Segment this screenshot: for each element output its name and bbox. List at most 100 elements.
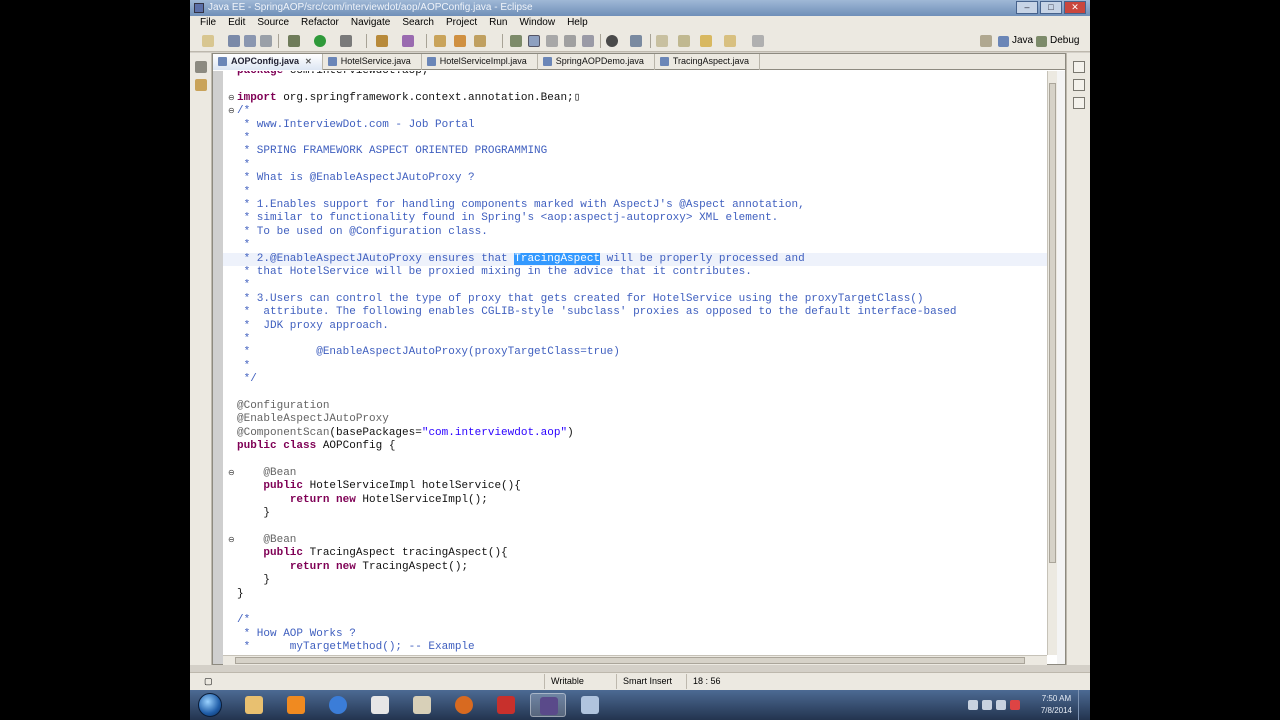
code-line[interactable]: * xyxy=(223,360,1047,373)
code-line[interactable]: * How AOP Works ? xyxy=(223,628,1047,641)
code-line[interactable] xyxy=(223,454,1047,467)
new-class-icon[interactable] xyxy=(402,35,414,47)
menu-file[interactable]: File xyxy=(194,16,222,30)
vertical-scroll-thumb[interactable] xyxy=(1049,83,1056,563)
code-line[interactable]: public class AOPConfig { xyxy=(223,440,1047,453)
show-whitespace-icon[interactable] xyxy=(564,35,576,47)
fold-toggle-icon[interactable]: ⊖ xyxy=(228,535,235,544)
menu-refactor[interactable]: Refactor xyxy=(295,16,345,30)
action-center-icon[interactable] xyxy=(996,700,1006,710)
code-line[interactable]: * xyxy=(223,132,1047,145)
start-button[interactable] xyxy=(198,693,222,717)
code-line[interactable]: * @EnableAspectJAutoProxy(proxyTargetCla… xyxy=(223,346,1047,359)
window-titlebar[interactable]: Java EE - SpringAOP/src/com/interviewdot… xyxy=(190,0,1090,16)
debug-icon[interactable] xyxy=(288,35,300,47)
taskbar-media-player[interactable] xyxy=(362,693,398,717)
close-button[interactable]: ✕ xyxy=(1064,1,1086,14)
tray-arrow-icon[interactable] xyxy=(968,700,978,710)
taskbar-browser[interactable] xyxy=(320,693,356,717)
save-icon[interactable] xyxy=(228,35,240,47)
editor-tab-2[interactable]: HotelServiceImpl.java xyxy=(422,54,538,70)
taskbar-firefox[interactable] xyxy=(446,693,482,717)
menu-help[interactable]: Help xyxy=(561,16,594,30)
menu-window[interactable]: Window xyxy=(513,16,561,30)
code-line[interactable]: @Bean xyxy=(223,467,1047,480)
volume-icon[interactable] xyxy=(1010,700,1020,710)
search-icon[interactable] xyxy=(474,35,486,47)
package-explorer-icon[interactable] xyxy=(195,79,207,91)
next-annotation-icon[interactable] xyxy=(656,35,668,47)
code-line[interactable]: * To be used on @Configuration class. xyxy=(223,226,1047,239)
horizontal-scroll-thumb[interactable] xyxy=(235,657,1025,664)
taskbar-explorer[interactable] xyxy=(236,693,272,717)
code-line[interactable]: /* xyxy=(223,105,1047,118)
code-line[interactable]: * SPRING FRAMEWORK ASPECT ORIENTED PROGR… xyxy=(223,145,1047,158)
debug-perspective-button[interactable]: Debug xyxy=(1036,33,1079,49)
pin-editor-icon[interactable] xyxy=(630,35,642,47)
new-icon[interactable] xyxy=(202,35,214,47)
code-line[interactable]: * JDK proxy approach. xyxy=(223,320,1047,333)
menu-edit[interactable]: Edit xyxy=(222,16,251,30)
code-line[interactable]: } xyxy=(223,588,1047,601)
code-line[interactable]: /* xyxy=(223,614,1047,627)
fold-toggle-icon[interactable]: ⊖ xyxy=(228,106,235,115)
menu-navigate[interactable]: Navigate xyxy=(345,16,396,30)
code-line[interactable]: * What is @EnableAspectJAutoProxy ? xyxy=(223,172,1047,185)
code-line[interactable]: return new TracingAspect(); xyxy=(223,561,1047,574)
new-java-project-icon[interactable] xyxy=(376,35,388,47)
taskbar-notes[interactable] xyxy=(572,693,608,717)
code-line[interactable]: * xyxy=(223,279,1047,292)
run-icon[interactable] xyxy=(314,35,326,47)
code-line[interactable]: @ComponentScan(basePackages="com.intervi… xyxy=(223,427,1047,440)
java-perspective-button[interactable]: Java xyxy=(998,33,1033,49)
taskbar-vlc[interactable] xyxy=(278,693,314,717)
taskbar-eclipse[interactable] xyxy=(530,693,566,717)
taskbar-archive-tool[interactable] xyxy=(488,693,524,717)
overview-ruler[interactable] xyxy=(1057,71,1065,664)
code-line[interactable] xyxy=(223,521,1047,534)
print-icon[interactable] xyxy=(260,35,272,47)
back-icon[interactable] xyxy=(724,35,736,47)
code-line[interactable]: @Bean xyxy=(223,534,1047,547)
horizontal-scrollbar[interactable] xyxy=(223,655,1047,665)
code-line[interactable]: public HotelServiceImpl hotelService(){ xyxy=(223,480,1047,493)
last-edit-location-icon[interactable] xyxy=(700,35,712,47)
code-line[interactable]: import org.springframework.context.annot… xyxy=(223,92,1047,105)
toggle-breadcrumb-icon[interactable] xyxy=(582,35,594,47)
editor-ruler[interactable] xyxy=(213,71,223,664)
code-line[interactable]: package com.interviewdot.aop; xyxy=(223,71,1047,78)
show-desktop-button[interactable] xyxy=(1078,690,1090,720)
annotation-icon[interactable] xyxy=(510,35,522,47)
code-line[interactable]: * myTargetMethod(); -- Example xyxy=(223,641,1047,654)
editor-tab-3[interactable]: SpringAOPDemo.java xyxy=(538,54,655,70)
code-line[interactable]: @EnableAspectJAutoProxy xyxy=(223,413,1047,426)
open-type-icon[interactable] xyxy=(434,35,446,47)
save-all-icon[interactable] xyxy=(244,35,256,47)
code-editor[interactable]: package com.interviewdot.aop; import org.… xyxy=(223,71,1047,655)
code-line[interactable]: */ xyxy=(223,373,1047,386)
maximize-button[interactable]: □ xyxy=(1040,1,1062,14)
code-line[interactable]: } xyxy=(223,574,1047,587)
code-line[interactable] xyxy=(223,78,1047,91)
code-line[interactable]: * similar to functionality found in Spri… xyxy=(223,212,1047,225)
code-line[interactable]: * 3.Users can control the type of proxy … xyxy=(223,293,1047,306)
code-line[interactable]: * xyxy=(223,333,1047,346)
vertical-scrollbar[interactable] xyxy=(1047,71,1057,655)
code-line[interactable]: @Configuration xyxy=(223,400,1047,413)
code-line[interactable]: * that HotelService will be proxied mixi… xyxy=(223,266,1047,279)
menu-run[interactable]: Run xyxy=(483,16,513,30)
toggle-highlight-icon[interactable] xyxy=(528,35,540,47)
code-line[interactable]: * xyxy=(223,186,1047,199)
menu-search[interactable]: Search xyxy=(396,16,440,30)
outline-view-icon[interactable] xyxy=(1073,79,1085,91)
open-perspective-icon[interactable] xyxy=(980,35,992,47)
minimize-button[interactable]: – xyxy=(1016,1,1038,14)
code-line[interactable]: * xyxy=(223,159,1047,172)
system-clock[interactable]: 7:50 AM 7/8/2014 xyxy=(1041,693,1072,717)
previous-annotation-icon[interactable] xyxy=(678,35,690,47)
menu-project[interactable]: Project xyxy=(440,16,483,30)
network-icon[interactable] xyxy=(982,700,992,710)
block-selection-icon[interactable] xyxy=(546,35,558,47)
editor-tab-1[interactable]: HotelService.java xyxy=(323,54,422,70)
code-line[interactable]: * 2.@EnableAspectJAutoProxy ensures that… xyxy=(223,252,1047,266)
